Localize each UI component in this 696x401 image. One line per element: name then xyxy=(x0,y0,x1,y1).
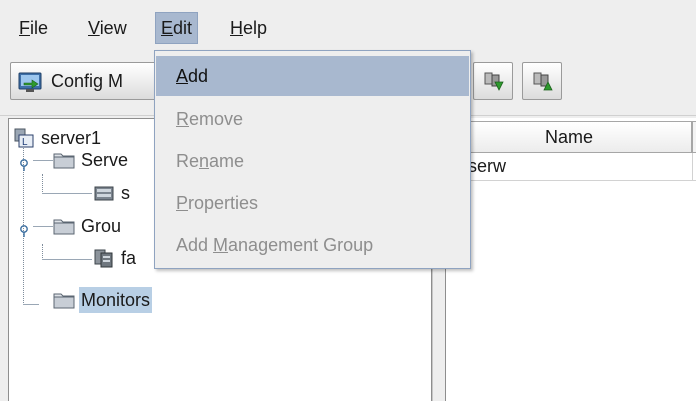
svg-text:L: L xyxy=(22,137,28,148)
collapse-toggle-icon[interactable] xyxy=(19,221,29,237)
collapse-toggle-icon[interactable] xyxy=(19,155,29,171)
table-cell: serw xyxy=(468,156,507,176)
tree-node-label: s xyxy=(121,183,130,203)
menu-item-add[interactable]: Add xyxy=(156,56,469,96)
folder-icon xyxy=(53,290,75,317)
column-separator xyxy=(692,153,693,180)
menu-item-remove[interactable]: Remove xyxy=(156,99,469,139)
tree-connector xyxy=(42,244,43,260)
tree-connector xyxy=(42,259,92,260)
tree-connector xyxy=(42,174,43,194)
menu-item-properties[interactable]: Properties xyxy=(156,183,469,223)
column-header[interactable] xyxy=(692,121,696,153)
folder-icon xyxy=(53,150,75,177)
config-monitor-icon xyxy=(18,71,44,98)
tree-node-label: Monitors xyxy=(79,287,153,313)
cluster-icon: L xyxy=(13,128,35,155)
edit-dropdown-menu: Add Remove Rename Properties Add Managem… xyxy=(154,50,471,269)
menu-bar: File View Edit Help xyxy=(0,0,696,50)
config-mode-label: Config M xyxy=(51,71,124,91)
servers-up-icon xyxy=(532,71,554,98)
tree-connector xyxy=(33,160,53,161)
tree-connector xyxy=(42,193,92,194)
tree-node-label: Serve xyxy=(81,150,129,170)
menu-file[interactable]: File xyxy=(14,13,53,43)
column-header-name[interactable]: Name xyxy=(446,121,692,153)
table-row[interactable]: serw xyxy=(446,153,696,181)
tree-connector xyxy=(23,304,39,305)
servers-down-icon xyxy=(483,71,505,98)
menu-item-rename[interactable]: Rename xyxy=(156,141,469,181)
tree-node-label: Grou xyxy=(81,216,122,236)
menu-edit[interactable]: Edit xyxy=(155,12,199,44)
config-mode-button[interactable]: Config M xyxy=(10,62,178,100)
servers-down-button[interactable] xyxy=(473,62,513,100)
menu-view[interactable]: View xyxy=(83,13,132,43)
tree-node-label: fa xyxy=(121,248,137,268)
menu-help[interactable]: Help xyxy=(225,13,272,43)
server-icon xyxy=(93,183,115,210)
tree-connector xyxy=(33,226,53,227)
folder-icon xyxy=(53,216,75,243)
servers-up-button[interactable] xyxy=(522,62,562,100)
menu-item-add-management-group[interactable]: Add Management Group xyxy=(156,225,469,265)
failover-group-icon xyxy=(93,248,115,275)
